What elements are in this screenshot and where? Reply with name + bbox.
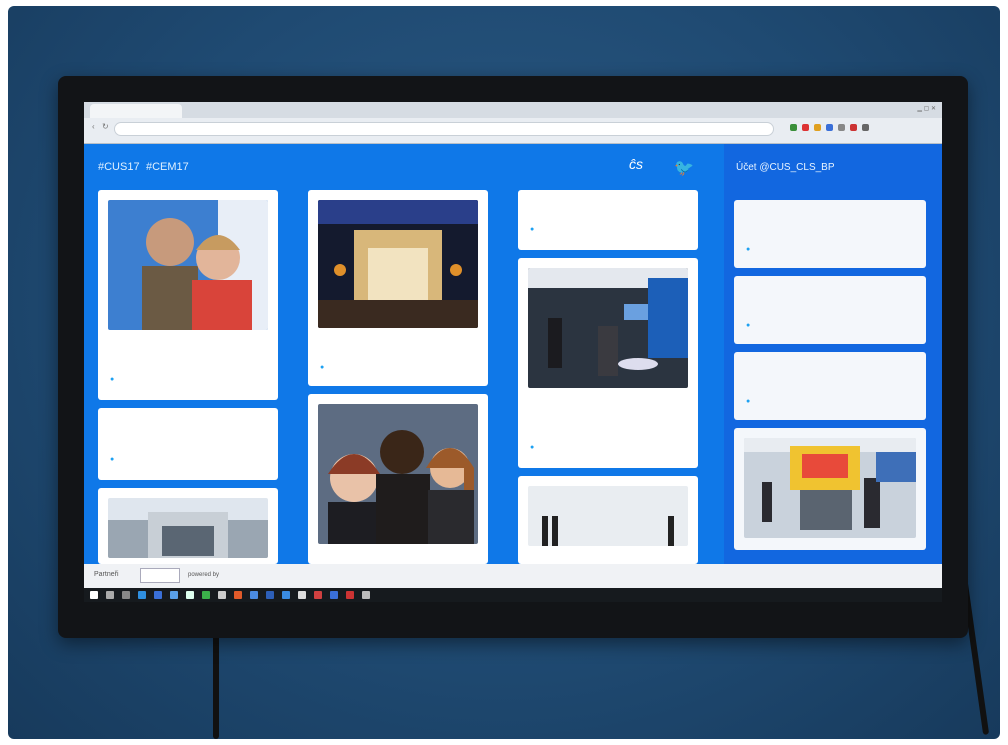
feed-column-2: ●	[308, 190, 488, 564]
wall-footer: Partneři powered by	[84, 564, 942, 588]
app-icon[interactable]	[186, 591, 194, 599]
app-icon[interactable]	[234, 591, 242, 599]
app-icon[interactable]	[170, 591, 178, 599]
tweet-meta: ●	[110, 456, 266, 463]
app-icon[interactable]	[346, 591, 354, 599]
tweet-card[interactable]	[308, 394, 488, 564]
tweet-meta: ●	[530, 226, 686, 233]
app-icon[interactable]	[362, 591, 370, 599]
mail-icon[interactable]	[218, 591, 226, 599]
sidebar-tweet-card[interactable]: ●	[734, 200, 926, 268]
twitter-bird-icon: ●	[530, 444, 535, 451]
tweet-meta: ●	[746, 246, 914, 253]
browser-tabbar: ▁ ▢ ✕	[84, 102, 942, 118]
tweet-photo-building	[108, 498, 268, 558]
partner-logo[interactable]	[140, 568, 180, 583]
partners-label: Partneři	[94, 571, 119, 578]
twitter-bird-icon: ●	[530, 226, 535, 233]
tweet-card[interactable]: ●	[308, 190, 488, 386]
sidebar-tweet-card[interactable]: ●	[734, 352, 926, 420]
tweet-photo-selfie-couple	[108, 200, 268, 330]
extension-icon[interactable]	[790, 124, 797, 131]
tweet-card[interactable]: ●	[98, 408, 278, 480]
tweet-photo-bottles	[528, 486, 688, 546]
tv-monitor: ▁ ▢ ✕ ‹ ↻ #CUS17 #CEM17 ĉs 🐦 ● ● ● ● ● Ú…	[58, 76, 968, 638]
powerpoint-icon[interactable]	[314, 591, 322, 599]
back-icon[interactable]: ‹	[92, 122, 95, 131]
tweet-meta: ●	[746, 398, 914, 405]
extension-icon[interactable]	[838, 124, 845, 131]
tweet-photo-booth	[528, 268, 688, 388]
hashtag-cus17[interactable]: #CUS17	[98, 161, 140, 173]
extension-icon[interactable]	[802, 124, 809, 131]
twitter-bird-icon: ●	[746, 322, 751, 329]
twitter-bird-icon: ●	[110, 376, 115, 383]
word-icon[interactable]	[266, 591, 274, 599]
reload-icon[interactable]: ↻	[102, 122, 109, 131]
start-icon[interactable]	[90, 591, 98, 599]
account-sidebar: Účet @CUS_CLS_BP ● ● ●	[724, 144, 942, 564]
tweet-meta: ●	[110, 376, 266, 383]
tv-cable-left	[213, 626, 219, 739]
twitter-bird-icon: ●	[746, 398, 751, 405]
tweet-card[interactable]	[518, 476, 698, 564]
sidebar-tweet-card[interactable]: ●	[734, 276, 926, 344]
chrome-icon[interactable]	[202, 591, 210, 599]
browser-chrome: ▁ ▢ ✕ ‹ ↻	[84, 102, 942, 144]
extension-icon[interactable]	[850, 124, 857, 131]
event-logo: ĉs	[629, 156, 643, 172]
tweet-meta: ●	[320, 364, 476, 371]
extension-icon[interactable]	[814, 124, 821, 131]
app-icon[interactable]	[250, 591, 258, 599]
app-icon[interactable]	[282, 591, 290, 599]
feed-column-1: ● ●	[98, 190, 278, 564]
twitter-bird-icon: ●	[320, 364, 325, 371]
taskview-icon[interactable]	[122, 591, 130, 599]
sidebar-tweet-card[interactable]	[734, 428, 926, 550]
photo-frame: ▁ ▢ ✕ ‹ ↻ #CUS17 #CEM17 ĉs 🐦 ● ● ● ● ● Ú…	[8, 6, 1000, 739]
wall-header: #CUS17 #CEM17 ĉs 🐦	[84, 144, 724, 190]
twitter-icon: 🐦	[674, 160, 694, 177]
search-icon[interactable]	[106, 591, 114, 599]
tweet-photo-stage-night	[318, 200, 478, 328]
tweet-meta: ●	[530, 444, 686, 451]
tweet-card[interactable]: ●	[518, 190, 698, 250]
edge-icon[interactable]	[138, 591, 146, 599]
tweet-photo-exhibition-stand	[744, 438, 916, 538]
tv-screen: ▁ ▢ ✕ ‹ ↻ #CUS17 #CEM17 ĉs 🐦 ● ● ● ● ● Ú…	[84, 102, 942, 602]
app-icon[interactable]	[330, 591, 338, 599]
browser-tab[interactable]	[90, 104, 182, 118]
window-controls[interactable]: ▁ ▢ ✕	[917, 105, 936, 112]
menu-icon[interactable]	[862, 124, 869, 131]
hashtag-cem17[interactable]: #CEM17	[146, 161, 189, 173]
windows-taskbar	[84, 588, 942, 602]
store-icon[interactable]	[154, 591, 162, 599]
app-icon[interactable]	[298, 591, 306, 599]
feed-column-3: ● ●	[518, 190, 698, 564]
tweet-card[interactable]: ●	[518, 258, 698, 468]
social-wall: #CUS17 #CEM17 ĉs 🐦 ● ● ● ● ● Účet @CUS_C…	[84, 144, 942, 564]
twitter-bird-icon: ●	[110, 456, 115, 463]
address-bar[interactable]	[114, 122, 774, 136]
powered-by-label: powered by	[188, 572, 220, 578]
tweet-card[interactable]: ●	[98, 190, 278, 400]
sidebar-title: Účet @CUS_CLS_BP	[736, 162, 835, 173]
tweet-photo-group-selfie	[318, 404, 478, 544]
tweet-card[interactable]	[98, 488, 278, 564]
tweet-meta: ●	[746, 322, 914, 329]
twitter-bird-icon: ●	[746, 246, 751, 253]
extension-icon[interactable]	[826, 124, 833, 131]
